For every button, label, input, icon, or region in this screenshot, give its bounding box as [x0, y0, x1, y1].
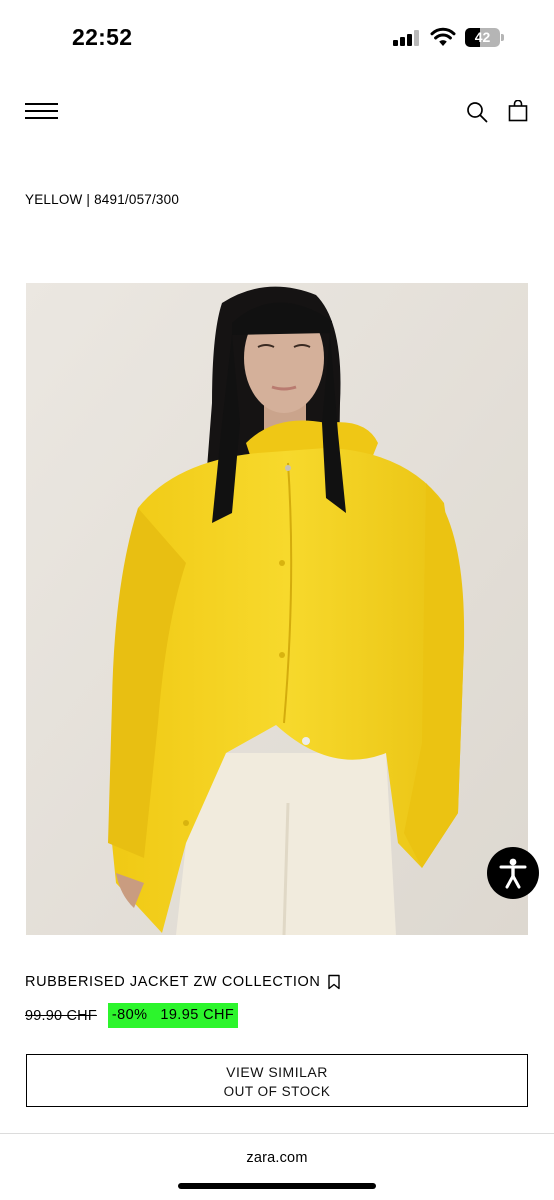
model-wearing-jacket-illustration: [26, 283, 528, 935]
accessibility-icon: [499, 858, 527, 889]
home-indicator[interactable]: [178, 1183, 376, 1189]
sale-price-badge: -80% 19.95 CHF: [107, 1003, 239, 1028]
view-similar-button[interactable]: VIEW SIMILAR OUT OF STOCK: [26, 1054, 528, 1107]
out-of-stock-label: OUT OF STOCK: [223, 1084, 331, 1099]
bookmark-icon[interactable]: [327, 974, 341, 990]
accessibility-button[interactable]: [487, 847, 539, 899]
wifi-icon: [430, 27, 456, 46]
status-bar: 22:52 42: [0, 0, 554, 70]
battery-percent: 42: [474, 29, 491, 45]
view-similar-label: VIEW SIMILAR: [226, 1064, 328, 1080]
product-name: RUBBERISED JACKET ZW COLLECTION: [25, 974, 321, 990]
search-icon[interactable]: [466, 101, 488, 123]
discount-percent: -80%: [111, 1007, 148, 1023]
original-price: 99.90 CHF: [25, 1007, 97, 1024]
battery-icon: 42: [465, 28, 504, 47]
status-time: 22:52: [72, 24, 133, 50]
color-reference: YELLOW | 8491/057/300: [25, 192, 180, 207]
price-row: 99.90 CHF -80% 19.95 CHF: [25, 1003, 239, 1028]
hamburger-menu-icon[interactable]: [25, 103, 58, 120]
cellular-signal-icon: [393, 30, 423, 46]
shopping-bag-icon[interactable]: [508, 100, 528, 122]
product-image[interactable]: [26, 283, 528, 935]
browser-address-domain[interactable]: zara.com: [0, 1150, 554, 1166]
sale-price: 19.95 CHF: [160, 1007, 235, 1023]
bottom-bar-divider: [0, 1133, 554, 1134]
